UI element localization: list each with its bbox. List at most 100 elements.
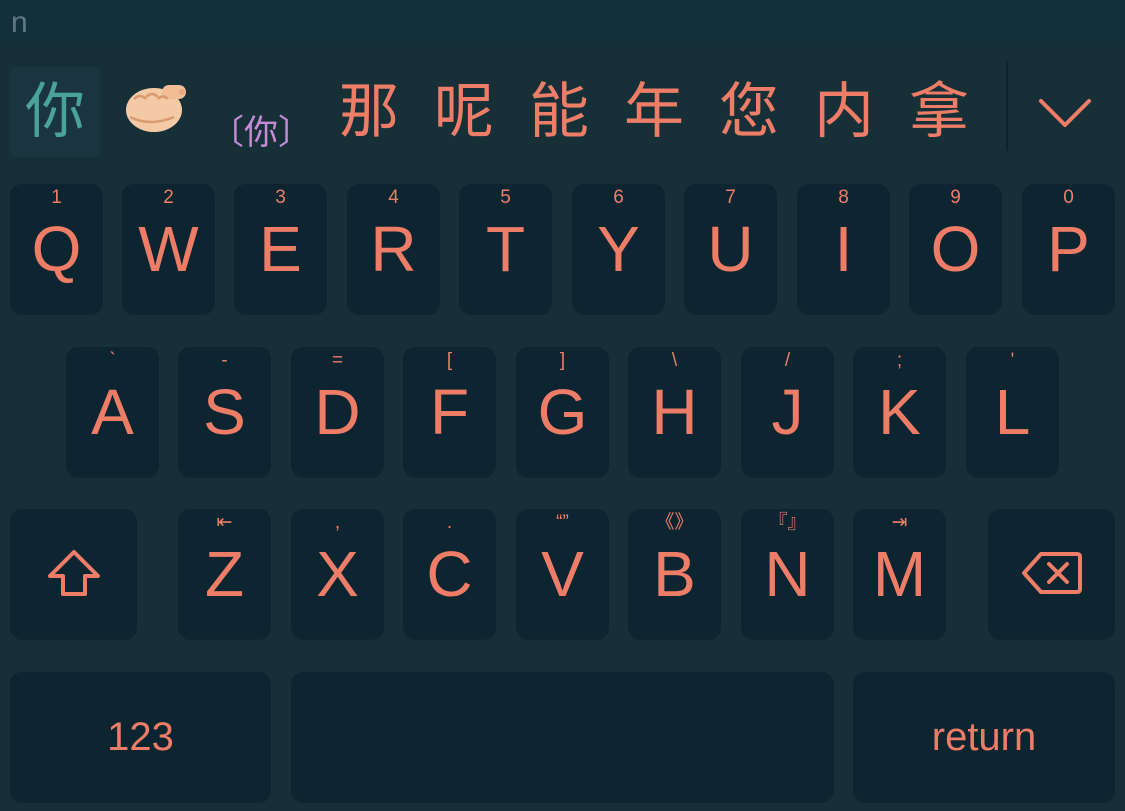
- key-f[interactable]: [ F: [403, 347, 496, 474]
- key-sub-label: ⇥: [891, 512, 908, 533]
- key-b[interactable]: 《》 B: [628, 509, 721, 636]
- key-e[interactable]: 3 E: [234, 184, 327, 311]
- key-m[interactable]: ⇥ M: [853, 509, 946, 636]
- key-d[interactable]: = D: [291, 347, 384, 474]
- key-label: L: [994, 376, 1031, 448]
- key-i[interactable]: 8 I: [797, 184, 890, 311]
- pointing-fist-emoji: [126, 85, 186, 132]
- key-sub-label: ;: [896, 350, 903, 371]
- key-l[interactable]: ' L: [966, 347, 1059, 474]
- numbers-key[interactable]: 123: [10, 672, 271, 799]
- key-p[interactable]: 0 P: [1022, 184, 1115, 311]
- candidate-paren[interactable]: 〔你〕: [210, 113, 312, 153]
- key-sub-label: 『』: [768, 512, 807, 533]
- key-s[interactable]: - S: [178, 347, 271, 474]
- key-label: G: [537, 376, 588, 448]
- key-w[interactable]: 2 W: [122, 184, 215, 311]
- space-key[interactable]: [291, 672, 834, 799]
- key-sub-label: 8: [838, 187, 849, 208]
- key-label: U: [707, 213, 754, 285]
- key-sub-label: 7: [725, 187, 736, 208]
- key-c[interactable]: . C: [403, 509, 496, 636]
- return-key-label: return: [931, 715, 1037, 759]
- key-sub-label: [: [446, 350, 453, 371]
- key-n[interactable]: 『』 N: [741, 509, 834, 636]
- candidate-item[interactable]: 那: [338, 77, 400, 147]
- key-label: A: [91, 376, 134, 448]
- shift-icon: [47, 549, 100, 596]
- key-sub-label: -: [221, 350, 228, 371]
- candidate-emoji[interactable]: [118, 77, 194, 147]
- key-j[interactable]: / J: [741, 347, 834, 474]
- key-label: F: [429, 376, 470, 448]
- candidate-item[interactable]: 内: [813, 77, 875, 147]
- backspace-icon: [1021, 551, 1082, 594]
- candidate-item[interactable]: 拿: [908, 77, 970, 147]
- key-label: W: [138, 213, 199, 285]
- key-sub-label: 9: [950, 187, 961, 208]
- key-sub-label: 5: [500, 187, 511, 208]
- key-v[interactable]: “” V: [516, 509, 609, 636]
- key-sub-label: 1: [51, 187, 62, 208]
- preedit-bar: n: [0, 0, 1125, 44]
- key-z[interactable]: ⇤ Z: [178, 509, 271, 636]
- key-label: O: [930, 213, 981, 285]
- key-sub-label: ,: [334, 512, 341, 533]
- candidate-item[interactable]: 呢: [433, 77, 495, 147]
- key-t[interactable]: 5 T: [459, 184, 552, 311]
- key-label: T: [485, 213, 526, 285]
- key-q[interactable]: 1 Q: [10, 184, 103, 311]
- key-sub-label: ]: [559, 350, 566, 371]
- key-sub-label: 4: [388, 187, 399, 208]
- key-label: Q: [31, 213, 82, 285]
- key-k[interactable]: ; K: [853, 347, 946, 474]
- key-label: Y: [597, 213, 640, 285]
- key-label: J: [771, 376, 804, 448]
- key-sub-label: “”: [556, 512, 569, 533]
- key-label: D: [314, 376, 361, 448]
- key-y[interactable]: 6 Y: [572, 184, 665, 311]
- key-sub-label: 0: [1063, 187, 1074, 208]
- key-label: R: [370, 213, 417, 285]
- candidate-item[interactable]: 您: [718, 77, 780, 147]
- key-sub-label: 2: [163, 187, 174, 208]
- key-sub-label: 3: [275, 187, 286, 208]
- key-sub-label: \: [671, 350, 678, 371]
- key-h[interactable]: \ H: [628, 347, 721, 474]
- key-label: E: [259, 213, 302, 285]
- return-key[interactable]: return: [853, 672, 1115, 799]
- candidate-bar: 你 〔你〕 那 呢 能 年 您 内 拿: [0, 45, 1125, 175]
- key-sub-label: ': [1010, 350, 1015, 371]
- key-g[interactable]: ] G: [516, 347, 609, 474]
- key-sub-label: .: [446, 512, 453, 533]
- key-r[interactable]: 4 R: [347, 184, 440, 311]
- candidate-divider: [1006, 61, 1008, 151]
- preedit-text: n: [11, 6, 28, 39]
- key-label: P: [1047, 213, 1090, 285]
- key-label: I: [834, 213, 853, 285]
- key-a[interactable]: ` A: [66, 347, 159, 474]
- key-label: C: [426, 538, 473, 610]
- key-label: H: [651, 376, 698, 448]
- key-sub-label: 《》: [655, 512, 694, 533]
- key-label: M: [872, 538, 927, 610]
- chevron-down-icon[interactable]: [1036, 83, 1094, 141]
- key-label: Z: [204, 538, 245, 610]
- key-label: X: [316, 538, 359, 610]
- key-label: K: [878, 376, 921, 448]
- candidate-item[interactable]: 能: [528, 77, 590, 147]
- key-label: B: [653, 538, 696, 610]
- key-label: S: [203, 376, 246, 448]
- key-o[interactable]: 9 O: [909, 184, 1002, 311]
- shift-key[interactable]: [10, 509, 137, 636]
- candidate-item[interactable]: 年: [623, 77, 685, 147]
- candidate-first[interactable]: 你: [10, 67, 100, 157]
- numbers-key-label: 123: [107, 715, 174, 759]
- key-label: N: [764, 538, 811, 610]
- key-sub-label: ⇤: [216, 512, 233, 533]
- key-sub-label: `: [109, 350, 116, 371]
- key-x[interactable]: , X: [291, 509, 384, 636]
- key-u[interactable]: 7 U: [684, 184, 777, 311]
- backspace-key[interactable]: [988, 509, 1115, 636]
- key-sub-label: 6: [613, 187, 624, 208]
